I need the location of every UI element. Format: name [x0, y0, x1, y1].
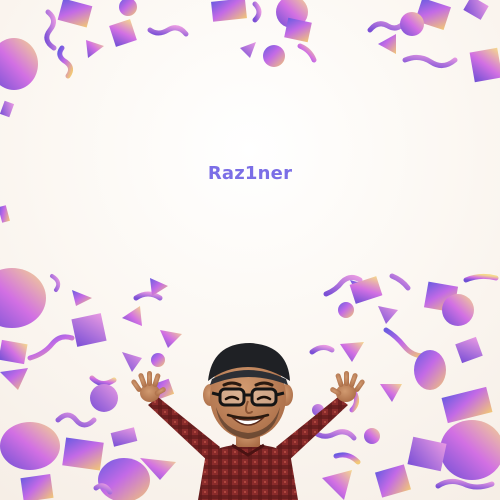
confetti-ribbon [89, 375, 117, 386]
confetti-square [374, 464, 412, 498]
confetti-square [211, 0, 247, 22]
confetti-square [71, 313, 107, 347]
confetti-square [284, 17, 312, 43]
confetti-square [109, 19, 137, 47]
confetti-ribbon [147, 25, 189, 37]
avatar-right-hand [330, 371, 365, 402]
confetti-ribbon [27, 334, 75, 361]
confetti-square [469, 47, 500, 83]
confetti-circle [0, 268, 46, 328]
confetti-ribbon [55, 412, 97, 428]
confetti-square [0, 100, 15, 118]
confetti-circle [414, 350, 446, 390]
confetti-triangle [150, 278, 168, 296]
confetti-square [57, 0, 93, 28]
confetti-circle [338, 302, 354, 318]
confetti-ribbon [402, 54, 458, 68]
avatar-shirt [198, 444, 298, 500]
confetti-circle [0, 38, 38, 90]
confetti-triangle [240, 42, 256, 58]
confetti-ribbon [389, 273, 411, 291]
celebration-screen: Raz1ner [0, 0, 500, 500]
confetti-ribbon [435, 478, 495, 490]
confetti-square [455, 336, 483, 364]
confetti-triangle [378, 306, 398, 324]
confetti-square [62, 437, 104, 471]
confetti-circle [263, 45, 285, 67]
confetti-ribbon [383, 327, 427, 359]
confetti-ribbon [44, 9, 57, 51]
confetti-ribbon [252, 1, 262, 23]
confetti-circle [440, 420, 500, 480]
confetti-circle [0, 422, 60, 470]
confetti-square [0, 205, 10, 223]
confetti-circle [400, 12, 424, 36]
confetti-ribbon [133, 291, 163, 301]
confetti-square [463, 0, 489, 20]
avatar-left-hand [131, 371, 166, 402]
page-title: Raz1ner [207, 163, 293, 184]
confetti-square [407, 436, 447, 472]
confetti-circle [119, 0, 137, 16]
confetti-ribbon [50, 274, 61, 292]
confetti-triangle [378, 34, 396, 54]
memoji-avatar-icon [131, 343, 365, 500]
confetti-ribbon [57, 45, 74, 79]
confetti-triangle [0, 368, 28, 390]
confetti-square [20, 474, 54, 500]
confetti-triangle [122, 306, 142, 326]
confetti-square [0, 339, 28, 365]
confetti-ribbon [463, 273, 499, 283]
confetti-triangle [380, 384, 402, 402]
confetti-ribbon [297, 43, 317, 63]
confetti-triangle [72, 290, 92, 306]
confetti-circle [442, 294, 474, 326]
confetti-circle [90, 384, 118, 412]
confetti-triangle [86, 40, 104, 58]
confetti-square [441, 386, 493, 424]
